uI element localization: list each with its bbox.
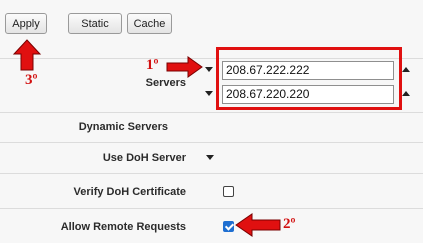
arrow-right-annotation-icon [166, 56, 203, 78]
annotation-step-2: 2º [283, 216, 296, 232]
arrow-left-annotation-icon [235, 213, 281, 237]
annotation-step-3: 3º [25, 72, 38, 88]
annotation-step-1: 1º [146, 57, 159, 73]
arrow-up-annotation-icon [12, 39, 42, 71]
annotation-overlay [12, 39, 281, 237]
